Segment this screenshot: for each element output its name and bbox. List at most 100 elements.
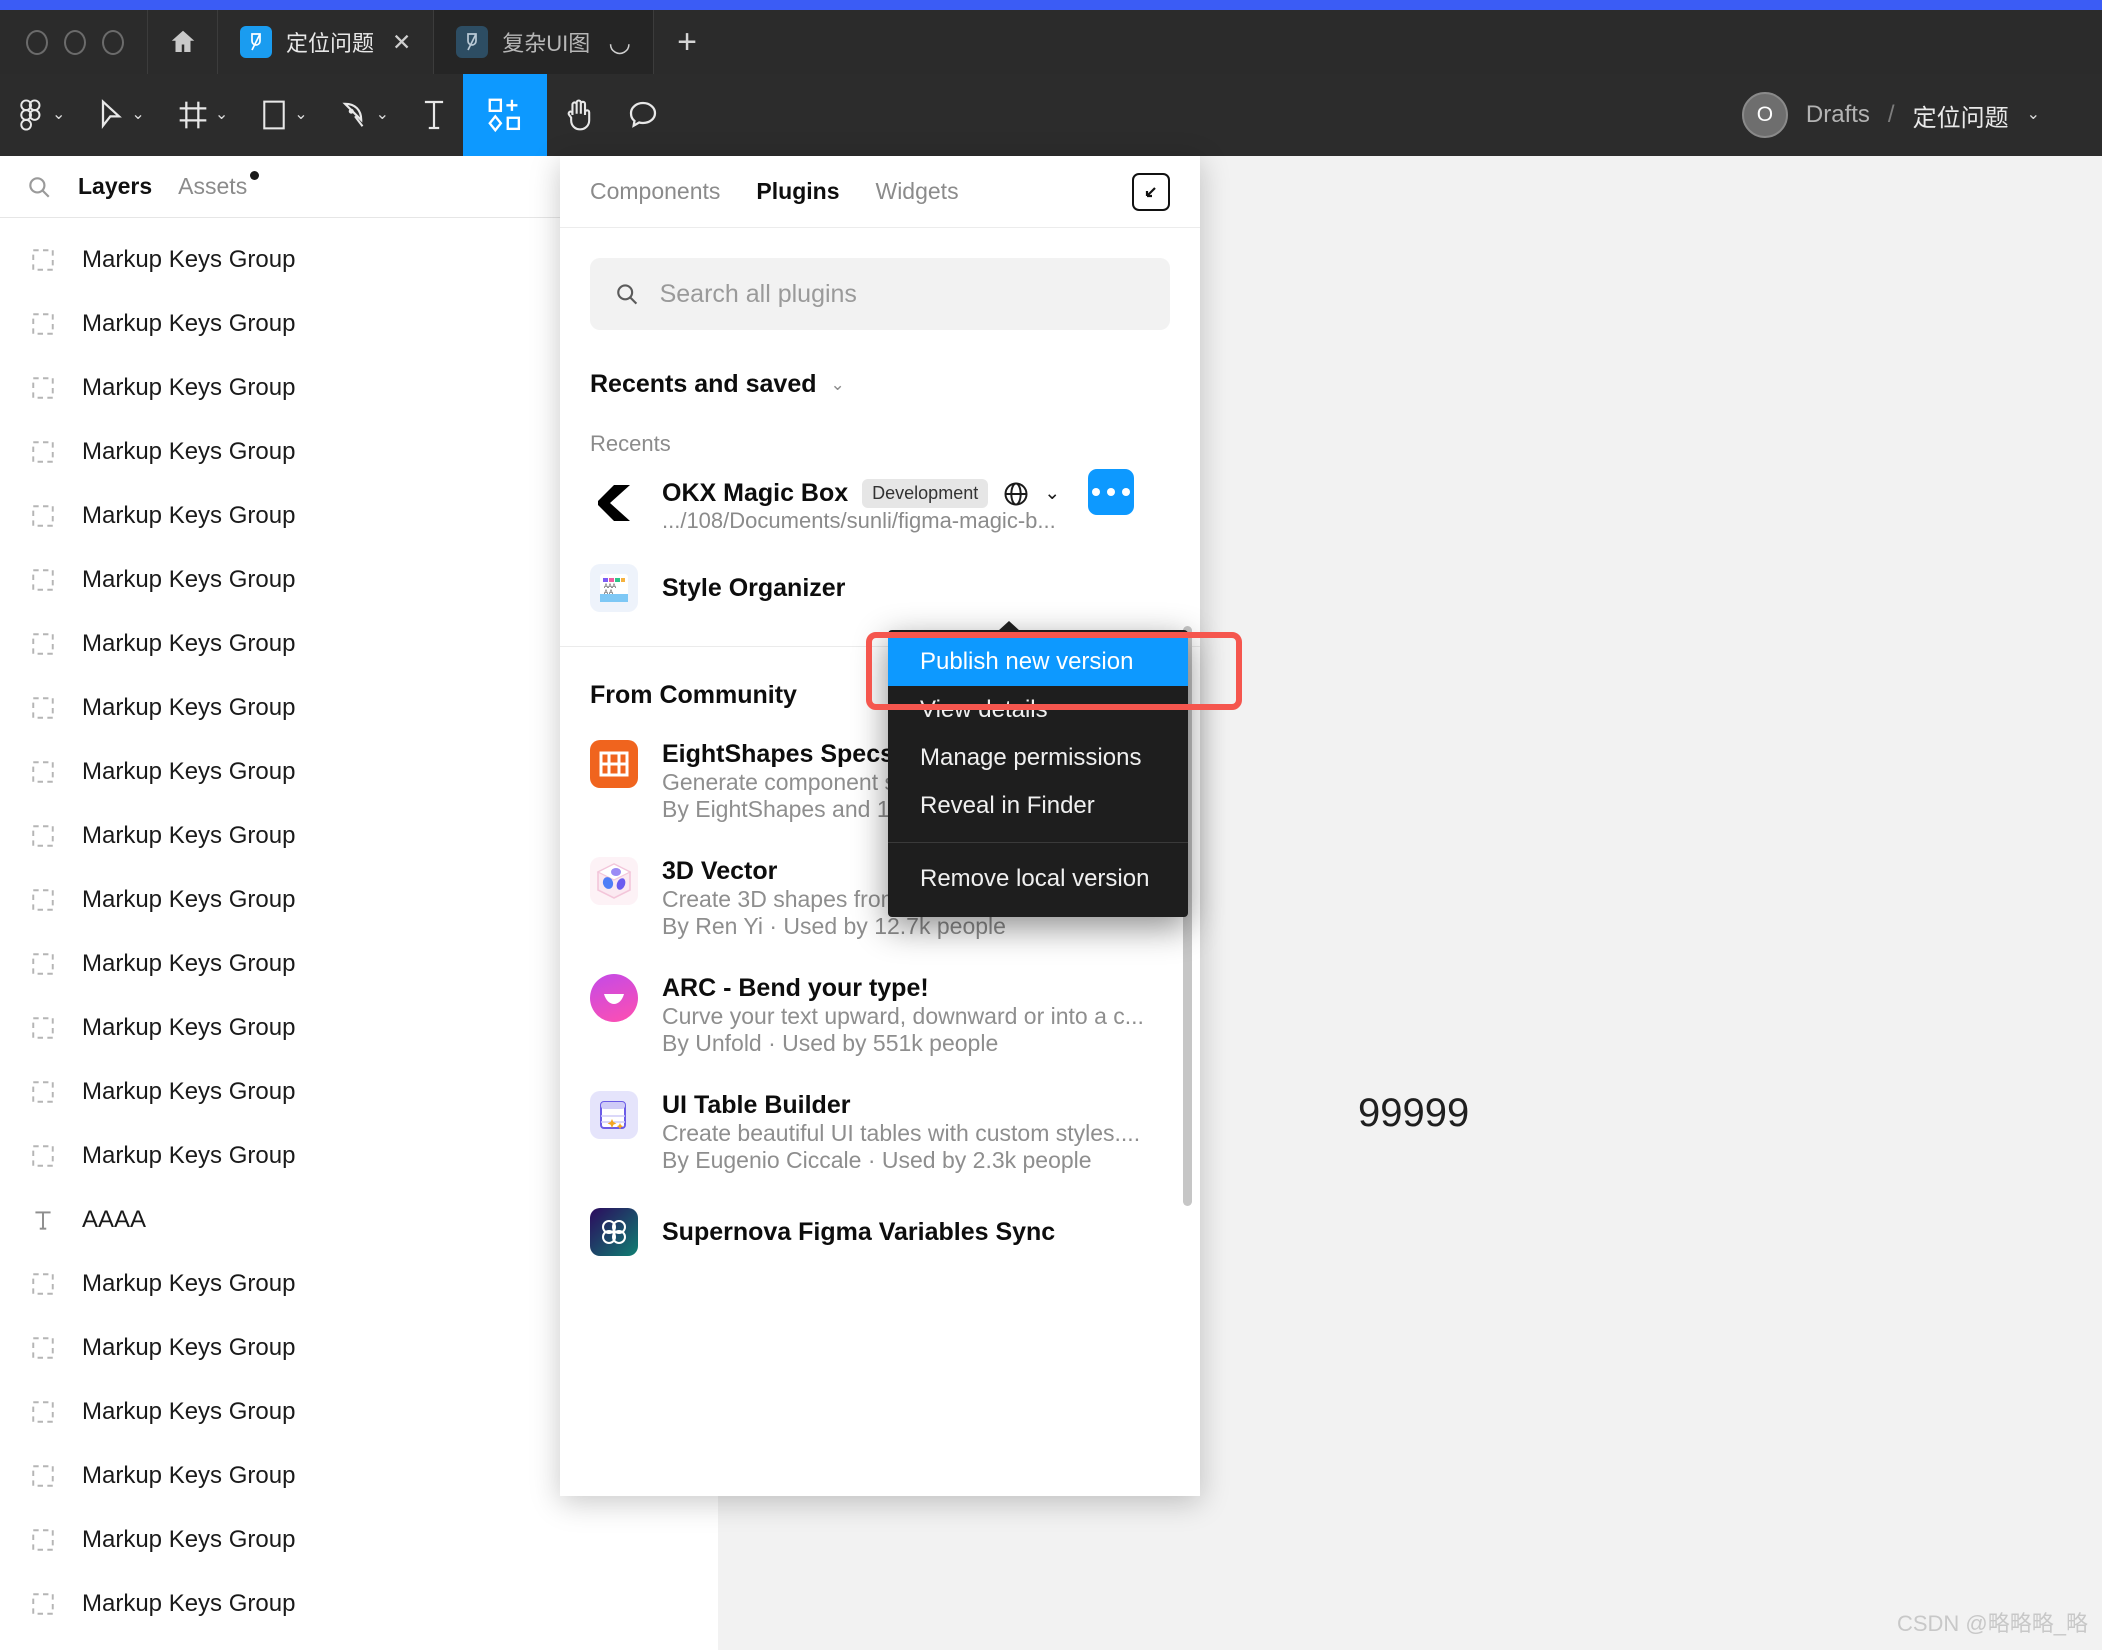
- text-tool-button[interactable]: [405, 74, 463, 156]
- plugin-search-box[interactable]: [590, 258, 1170, 330]
- group-layer-icon: [30, 1143, 56, 1169]
- new-tab-button[interactable]: +: [654, 10, 720, 74]
- window-controls[interactable]: [0, 10, 148, 74]
- chevron-down-icon[interactable]: ⌄: [52, 107, 65, 123]
- menu-item-manage-permissions[interactable]: Manage permissions: [888, 734, 1188, 782]
- layer-label: AAAA: [82, 1206, 147, 1233]
- file-tab-label: 复杂UI图: [502, 31, 591, 56]
- tab-widgets[interactable]: Widgets: [875, 178, 958, 205]
- tab-layers[interactable]: Layers: [78, 173, 152, 200]
- layer-label: Markup Keys Group: [82, 1462, 296, 1489]
- figma-main-menu-button[interactable]: ⌄: [0, 74, 81, 156]
- layer-row[interactable]: Markup Keys Group: [0, 1508, 718, 1572]
- search-input[interactable]: [659, 279, 1146, 309]
- dot-icon: [1122, 488, 1130, 496]
- breadcrumb-file-name[interactable]: 定位问题: [1913, 98, 2009, 133]
- plugin-meta: By Unfold · Used by 551k people: [662, 1030, 999, 1056]
- more-options-button[interactable]: [1088, 469, 1134, 515]
- loading-spinner-icon: ◡: [608, 26, 631, 57]
- plugin-name: UI Table Builder: [662, 1091, 851, 1119]
- comment-icon: [629, 101, 657, 128]
- popout-arrow-icon[interactable]: [1132, 172, 1170, 211]
- layer-row[interactable]: Markup Keys Group: [0, 1572, 718, 1636]
- list-item[interactable]: UI Table Builder Create beautiful UI tab…: [560, 1057, 1200, 1174]
- chevron-down-icon[interactable]: ⌄: [215, 107, 228, 123]
- breadcrumb-project[interactable]: Drafts: [1806, 101, 1870, 129]
- recents-and-saved-header[interactable]: Recents and saved ⌄: [560, 330, 1200, 399]
- menu-item-reveal-in-finder[interactable]: Reveal in Finder: [888, 782, 1188, 830]
- pen-tool-button[interactable]: ⌄: [324, 74, 405, 156]
- comment-tool-button[interactable]: [611, 74, 675, 156]
- chevron-down-icon[interactable]: ⌄: [131, 107, 144, 123]
- frame-icon: [179, 101, 207, 129]
- menu-item-remove-local-version[interactable]: Remove local version: [888, 855, 1188, 903]
- frame-tool-button[interactable]: ⌄: [161, 74, 244, 156]
- group-layer-icon: [30, 375, 56, 401]
- layer-label: Markup Keys Group: [82, 566, 296, 593]
- resources-plugins-button[interactable]: [463, 74, 548, 156]
- list-item-body: Style Organizer: [662, 574, 845, 603]
- plugin-name: EightShapes Specs: [662, 740, 895, 768]
- arc-bend-type-icon: [590, 974, 638, 1022]
- group-layer-icon: [30, 1335, 56, 1361]
- avatar[interactable]: O: [1741, 92, 1788, 138]
- layer-label: Markup Keys Group: [82, 1334, 296, 1361]
- group-layer-icon: [30, 1079, 56, 1105]
- list-item-body: ARC - Bend your type! Curve your text up…: [662, 974, 1170, 1057]
- style-organizer-icon: AAA A A: [590, 564, 638, 612]
- minimize-window-button[interactable]: [64, 29, 86, 55]
- move-tool-button[interactable]: ⌄: [81, 74, 160, 156]
- group-layer-icon: [30, 951, 56, 977]
- tab-plugins[interactable]: Plugins: [756, 178, 839, 205]
- plugin-name: ARC - Bend your type!: [662, 974, 929, 1002]
- group-layer-icon: [30, 1015, 56, 1041]
- group-layer-icon: [30, 1399, 56, 1425]
- dot-icon: [1092, 488, 1100, 496]
- chevron-down-icon[interactable]: ⌄: [1044, 482, 1060, 505]
- eightshapes-specs-icon: [590, 740, 638, 788]
- chevron-down-icon[interactable]: ⌄: [376, 107, 389, 123]
- layer-label: Markup Keys Group: [82, 1270, 296, 1297]
- list-item[interactable]: AAA A A Style Organizer: [560, 534, 1200, 612]
- text-tool-icon: [424, 100, 444, 130]
- layer-label: Markup Keys Group: [82, 1590, 296, 1617]
- group-layer-icon: [30, 759, 56, 785]
- plugin-description: Create beautiful UI tables with custom s…: [662, 1120, 1141, 1146]
- group-layer-icon: [30, 567, 56, 593]
- list-item[interactable]: Supernova Figma Variables Sync: [560, 1174, 1200, 1256]
- file-tab-inactive[interactable]: 复杂UI图 ◡: [434, 10, 654, 74]
- tab-assets-label: Assets: [178, 173, 248, 199]
- list-item-body: Supernova Figma Variables Sync: [662, 1218, 1055, 1247]
- figma-menu-icon: [20, 99, 41, 131]
- tab-assets[interactable]: Assets: [178, 171, 260, 200]
- file-tab-active[interactable]: 定位问题 ✕: [218, 10, 435, 74]
- figma-file-icon: [240, 26, 272, 58]
- tab-components[interactable]: Components: [590, 178, 720, 205]
- list-item[interactable]: ARC - Bend your type! Curve your text up…: [560, 940, 1200, 1057]
- layer-label: Markup Keys Group: [82, 1398, 296, 1425]
- chevron-down-icon[interactable]: ⌄: [831, 375, 845, 395]
- hand-tool-icon: [567, 99, 591, 131]
- status-badge: Development: [862, 479, 989, 508]
- chevron-down-icon[interactable]: ⌄: [2027, 107, 2040, 123]
- maximize-window-button[interactable]: [102, 29, 124, 55]
- window-tab-bar: 定位问题 ✕ 复杂UI图 ◡ +: [0, 10, 2102, 74]
- home-button[interactable]: [148, 10, 218, 74]
- pen-icon: [342, 102, 363, 127]
- move-cursor-icon: [102, 99, 123, 129]
- globe-icon[interactable]: [1002, 480, 1030, 508]
- close-window-button[interactable]: [26, 29, 48, 55]
- list-item[interactable]: OKX Magic Box Development ⌄ .../108/Docu…: [560, 457, 1200, 534]
- layer-label: Markup Keys Group: [82, 374, 296, 401]
- group-layer-icon: [30, 1527, 56, 1553]
- canvas-text-node[interactable]: 99999: [1358, 1091, 1469, 1136]
- shape-tool-button[interactable]: ⌄: [244, 74, 323, 156]
- chevron-down-icon[interactable]: ⌄: [294, 107, 307, 123]
- group-layer-icon: [30, 503, 56, 529]
- toolbar-right-cluster: O Drafts / 定位问题 ⌄: [1741, 74, 2102, 156]
- figma-app-window: 定位问题 ✕ 复杂UI图 ◡ + ⌄ ⌄ ⌄ ⌄ ⌄ O Drafts / 定位…: [0, 0, 2102, 1650]
- close-tab-button[interactable]: ✕: [392, 29, 411, 56]
- search-icon[interactable]: [26, 174, 52, 200]
- group-layer-icon: [30, 695, 56, 721]
- hand-tool-button[interactable]: [547, 74, 611, 156]
